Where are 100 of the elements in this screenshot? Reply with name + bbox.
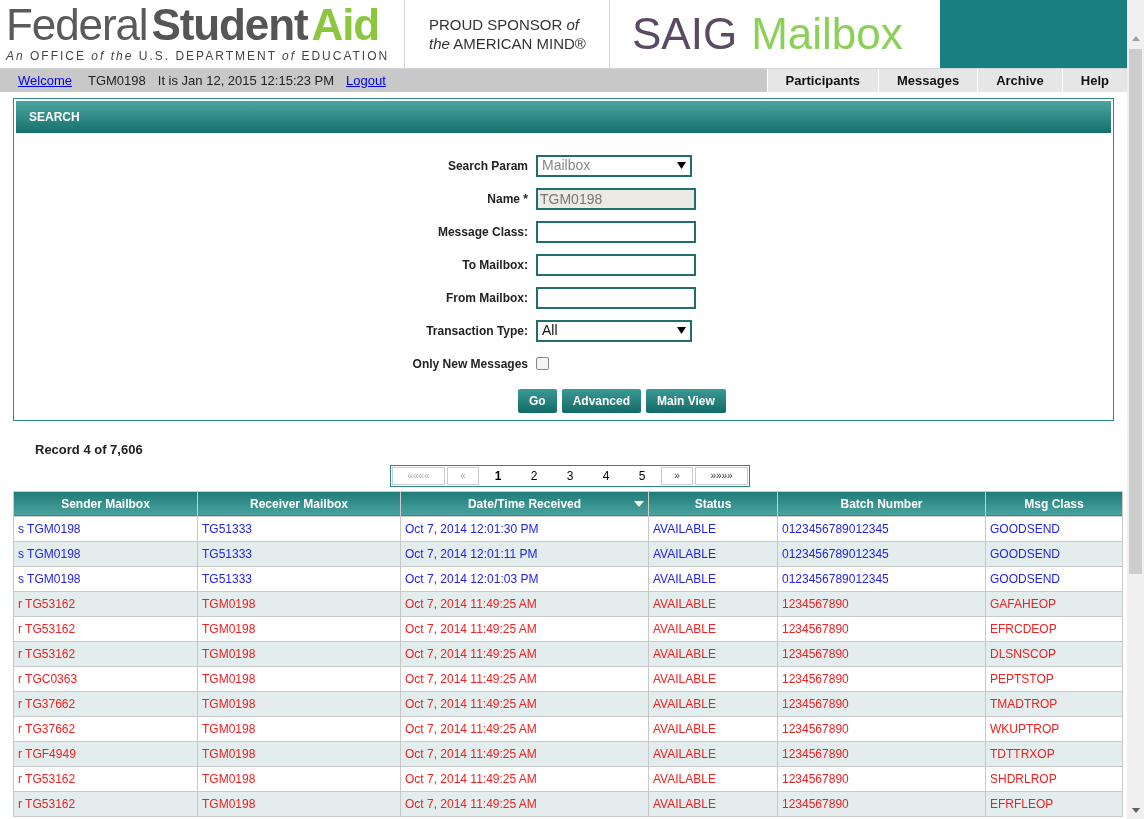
logout-link[interactable]: Logout <box>346 70 386 91</box>
sort-icon <box>634 500 644 507</box>
table-cell: WKUPTROP <box>985 716 1123 741</box>
nav-menu-item[interactable]: Participants <box>766 69 878 92</box>
table-cell: Oct 7, 2014 12:01:03 PM <box>400 566 649 591</box>
table-cell: Oct 7, 2014 11:49:25 AM <box>400 616 649 641</box>
page-link[interactable]: 4 <box>589 466 623 485</box>
last-page-button[interactable]: »»»» <box>695 466 748 485</box>
table-cell: AVAILABLE <box>648 566 778 591</box>
welcome-link[interactable]: Welcome <box>18 70 72 91</box>
table-cell: GOODSEND <box>985 566 1123 591</box>
table-cell: Oct 7, 2014 11:49:25 AM <box>400 741 649 766</box>
table-cell: AVAILABLE <box>648 641 778 666</box>
search-button[interactable]: Main View <box>646 389 726 413</box>
logo-subtitle: An OFFICE of the U.S. DEPARTMENT of EDUCATION <box>6 48 391 65</box>
table-cell: AVAILABLE <box>648 741 778 766</box>
table-cell: r TG53162 <box>13 616 198 641</box>
scroll-down-icon[interactable] <box>1131 808 1140 813</box>
table-cell: TGM0198 <box>197 691 401 716</box>
column-header[interactable]: Batch Number <box>777 491 986 516</box>
column-header[interactable]: Status <box>648 491 778 516</box>
checkbox[interactable] <box>536 357 549 370</box>
caret-icon <box>677 327 686 334</box>
table-cell: 1234567890 <box>777 741 986 766</box>
next-page-button[interactable]: » <box>661 466 693 485</box>
table-cell: TGM0198 <box>197 766 401 791</box>
table-cell: TGM0198 <box>197 641 401 666</box>
column-header[interactable]: Receiver Mailbox <box>197 491 401 516</box>
table-cell: AVAILABLE <box>648 716 778 741</box>
input-field[interactable] <box>536 220 696 243</box>
field-label: Only New Messages <box>411 355 529 373</box>
table-cell: AVAILABLE <box>648 516 778 541</box>
table-cell: AVAILABLE <box>648 791 778 816</box>
table-cell: TG51333 <box>197 566 401 591</box>
table-cell: SHDRLROP <box>985 766 1123 791</box>
table-cell: Oct 7, 2014 12:01:30 PM <box>400 516 649 541</box>
table-cell: s TGM0198 <box>13 566 198 591</box>
table-cell: Oct 7, 2014 12:01:11 PM <box>400 541 649 566</box>
page-link[interactable]: 3 <box>553 466 587 485</box>
table-cell: 1234567890 <box>777 791 986 816</box>
page-link[interactable]: 2 <box>517 466 551 485</box>
search-button[interactable]: Go <box>518 389 557 413</box>
table-cell: 1234567890 <box>777 691 986 716</box>
table-cell: 1234567890 <box>777 616 986 641</box>
table-cell: s TGM0198 <box>13 541 198 566</box>
dropdown[interactable]: All <box>536 319 692 342</box>
column-header[interactable]: Date/Time Received <box>400 491 649 516</box>
table-cell: AVAILABLE <box>648 691 778 716</box>
nav-menu-item[interactable]: Help <box>1061 69 1127 92</box>
nav-menu-item[interactable]: Archive <box>977 69 1062 92</box>
scrollbar-thumb[interactable] <box>1129 49 1142 574</box>
field-label: To Mailbox: <box>461 256 529 274</box>
search-title: SEARCH <box>29 109 80 126</box>
table-cell: r TGC0363 <box>13 666 198 691</box>
table-cell: 1234567890 <box>777 666 986 691</box>
caret-icon <box>677 162 686 169</box>
username: TGM0198 <box>87 71 146 90</box>
table-cell: TGM0198 <box>197 791 401 816</box>
table-cell: TGM0198 <box>197 616 401 641</box>
scrollbar[interactable] <box>1127 0 1144 819</box>
table-cell: r TG37662 <box>13 691 198 716</box>
table-cell: AVAILABLE <box>648 616 778 641</box>
field-label: Name * <box>486 190 529 208</box>
page-link[interactable]: 1 <box>481 466 515 485</box>
table-cell: TGM0198 <box>197 666 401 691</box>
table-cell: r TG53162 <box>13 791 198 816</box>
column-header[interactable]: Sender Mailbox <box>13 491 198 516</box>
table-cell: TG51333 <box>197 541 401 566</box>
table-cell: Oct 7, 2014 11:49:25 AM <box>400 641 649 666</box>
table-cell: AVAILABLE <box>648 541 778 566</box>
table-cell: TMADTROP <box>985 691 1123 716</box>
record-count: Record 4 of 7,606 <box>35 441 144 459</box>
table-cell: TG51333 <box>197 516 401 541</box>
table-cell: TGM0198 <box>197 591 401 616</box>
table-cell: r TG53162 <box>13 641 198 666</box>
table-cell: 1234567890 <box>777 641 986 666</box>
date-time: It is Jan 12, 2015 12:15:23 PM <box>157 71 335 90</box>
table-cell: PEPTSTOP <box>985 666 1123 691</box>
table-cell: r TGF4949 <box>13 741 198 766</box>
table-cell: 0123456789012345 <box>777 516 986 541</box>
table-cell: TGM0198 <box>197 716 401 741</box>
table-cell: r TG37662 <box>13 716 198 741</box>
input-field[interactable] <box>536 286 696 309</box>
table-cell: Oct 7, 2014 11:49:25 AM <box>400 691 649 716</box>
table-cell: GOODSEND <box>985 516 1123 541</box>
table-cell: TDTTRXOP <box>985 741 1123 766</box>
table-cell: GAFAHEOP <box>985 591 1123 616</box>
table-cell: r TG53162 <box>13 766 198 791</box>
search-button[interactable]: Advanced <box>561 389 642 413</box>
table-cell: r TG53162 <box>13 591 198 616</box>
table-cell: EFRFLEOP <box>985 791 1123 816</box>
column-header[interactable]: Msg Class <box>985 491 1123 516</box>
logo-title: FederalStudentAid <box>6 3 381 47</box>
table-cell: DLSNSCOP <box>985 641 1123 666</box>
app-title: SAIG <box>632 8 738 60</box>
table-cell: AVAILABLE <box>648 591 778 616</box>
nav-menu-item[interactable]: Messages <box>877 69 978 92</box>
input-field[interactable] <box>536 253 696 276</box>
table-cell: Oct 7, 2014 11:49:25 AM <box>400 591 649 616</box>
page-link[interactable]: 5 <box>625 466 659 485</box>
